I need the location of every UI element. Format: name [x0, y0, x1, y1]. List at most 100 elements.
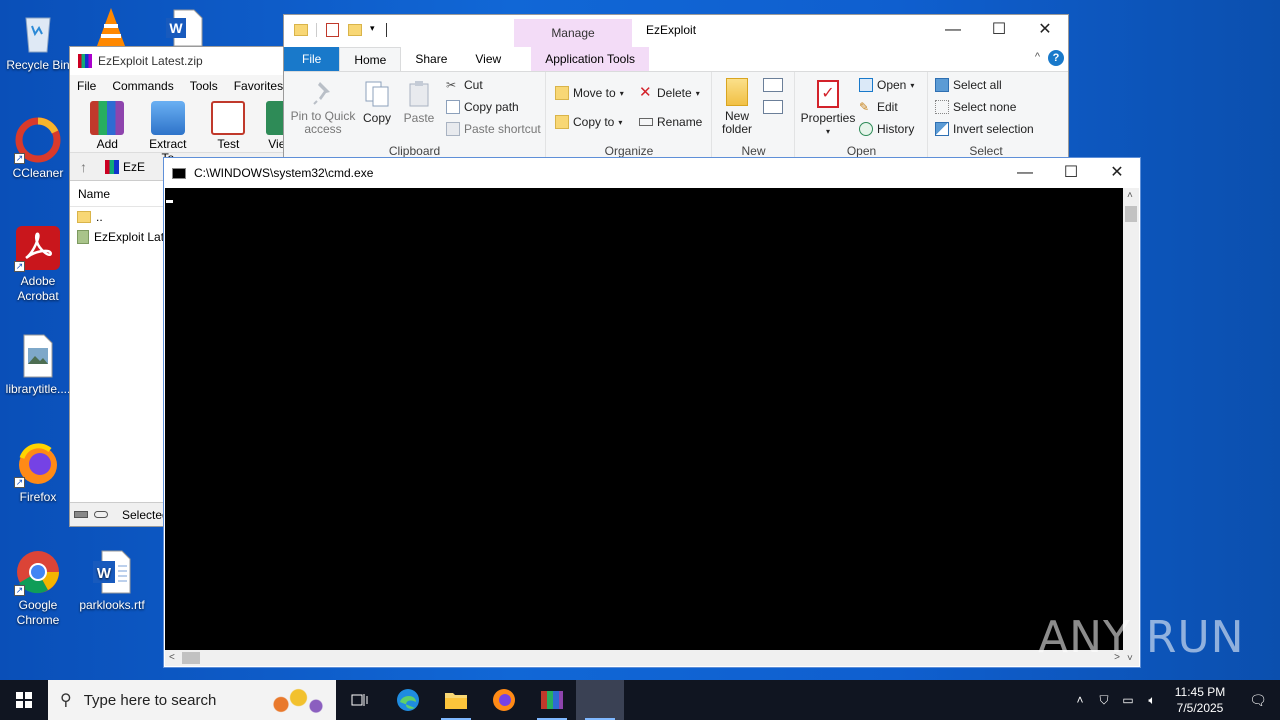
extract-to-button[interactable]: Extract To [145, 101, 192, 165]
tab-home[interactable]: Home [339, 47, 402, 71]
scroll-left-icon[interactable]: < [169, 652, 175, 663]
easy-access-icon[interactable] [763, 100, 783, 114]
notifications-icon[interactable]: 🗨︎ [1236, 692, 1280, 709]
folder-icon [294, 24, 308, 36]
new-folder-qat-icon[interactable] [348, 24, 362, 36]
pin-to-quick-access-button[interactable]: Pin to Quick access [290, 80, 356, 136]
taskbar-winrar[interactable] [528, 680, 576, 720]
minimize-button[interactable]: — [930, 15, 976, 45]
menu-favorites[interactable]: Favorites [234, 79, 283, 93]
taskbar-cmd[interactable] [576, 680, 624, 720]
desktop-icon-recycle-bin[interactable]: Recycle Bin [0, 8, 76, 73]
archive-books-icon [90, 101, 125, 135]
vlc-icon[interactable] [94, 8, 128, 46]
new-folder-button[interactable]: New folder [717, 78, 757, 136]
desktop-icon-librarytitle[interactable]: librarytitle.... [0, 332, 76, 397]
scroll-up-icon[interactable]: ˄ [1127, 190, 1133, 201]
group-label-select: Select [969, 144, 1003, 158]
drive-icon [74, 511, 88, 518]
delete-button[interactable]: ✕ Delete ▾ [639, 84, 700, 101]
taskbar-firefox[interactable] [480, 680, 528, 720]
menu-tools[interactable]: Tools [190, 79, 218, 93]
move-to-button[interactable]: Move to ▾ [555, 86, 624, 100]
qat-dropdown-icon[interactable]: ▾ [370, 23, 375, 34]
defender-icon[interactable]: ⛉ [1092, 693, 1116, 708]
maximize-button[interactable]: ☐ [976, 15, 1022, 45]
copy-button[interactable]: Copy [360, 80, 394, 125]
paste-shortcut-button[interactable]: Paste shortcut [446, 122, 541, 136]
cut-button[interactable]: ✂ Cut [446, 78, 483, 92]
collapse-ribbon-icon[interactable]: ^ [1035, 51, 1040, 63]
copy-to-button[interactable]: Copy to ▾ [555, 115, 622, 129]
new-item-icon[interactable] [763, 78, 783, 92]
test-button[interactable]: Test [205, 101, 252, 152]
console-area[interactable] [165, 188, 1124, 650]
tab-share[interactable]: Share [401, 47, 461, 71]
scissors-icon: ✂ [446, 78, 457, 92]
menu-file[interactable]: File [77, 79, 96, 93]
properties-button[interactable]: ✓ Properties ▾ [800, 80, 856, 138]
horizontal-scrollbar[interactable]: < > [165, 650, 1124, 666]
word-icon[interactable]: W [164, 8, 204, 47]
start-button[interactable] [0, 680, 48, 720]
group-label-organize: Organize [604, 144, 654, 158]
tab-manage[interactable]: Manage [514, 19, 632, 47]
vertical-scrollbar[interactable]: ˄ ˅ [1123, 188, 1139, 666]
group-label-new: New [741, 144, 766, 158]
archive-file-icon [77, 230, 89, 244]
show-hidden-icons-chevron-icon[interactable]: ˄ [1068, 693, 1092, 707]
clock[interactable]: 11:45 PM 7/5/2025 [1164, 684, 1236, 716]
adobe-acrobat-icon: ↗ [14, 224, 62, 272]
up-arrow-icon[interactable]: ↑ [80, 159, 87, 175]
menu-commands[interactable]: Commands [112, 79, 173, 93]
copy-path-icon [446, 100, 460, 114]
close-button[interactable]: ✕ [1094, 158, 1140, 188]
taskbar-search-box[interactable]: ⚲ Type here to search [48, 680, 336, 720]
group-open: ✓ Properties ▾ Open ▾ ✎ Edit History Ope… [796, 72, 928, 164]
open-button[interactable]: Open ▾ [859, 78, 914, 92]
horizontal-scroll-thumb[interactable] [182, 652, 200, 664]
tab-view[interactable]: View [461, 47, 515, 71]
select-all-button[interactable]: Select all [935, 78, 1002, 92]
tab-application-tools[interactable]: Application Tools [531, 47, 650, 71]
winrar-small-icon [105, 159, 119, 174]
copy-path-button[interactable]: Copy path [446, 100, 519, 114]
taskbar-file-explorer[interactable] [432, 680, 480, 720]
cmd-titlebar[interactable]: C:\WINDOWS\system32\cmd.exe — ☐ ✕ [164, 158, 1140, 188]
tab-file[interactable]: File [284, 47, 340, 71]
add-button[interactable]: Add [84, 101, 131, 152]
help-icon[interactable]: ? [1048, 50, 1064, 66]
select-none-button[interactable]: Select none [935, 100, 1016, 114]
group-label-clipboard: Clipboard [388, 144, 441, 158]
maximize-button[interactable]: ☐ [1048, 158, 1094, 188]
taskbar-edge[interactable] [384, 680, 432, 720]
explorer-titlebar[interactable]: ▾ Manage EzExploit — ☐ ✕ [284, 15, 1068, 47]
desktop-icon-firefox[interactable]: ↗ Firefox [0, 440, 76, 505]
properties-qat-icon[interactable] [326, 23, 339, 37]
edit-button[interactable]: ✎ Edit [859, 100, 898, 114]
rename-button[interactable]: Rename [639, 115, 702, 129]
desktop-icon-adobe-acrobat[interactable]: ↗ Adobe Acrobat [0, 224, 76, 304]
vertical-scroll-thumb[interactable] [1125, 206, 1137, 222]
paste-button[interactable]: Paste [402, 80, 436, 125]
network-icon[interactable]: ▭ [1116, 693, 1140, 707]
explorer-window[interactable]: ▾ Manage EzExploit — ☐ ✕ File Home Share… [283, 14, 1069, 164]
task-view-button[interactable] [336, 680, 384, 720]
history-button[interactable]: History [859, 122, 914, 136]
desktop-icon-parklooks[interactable]: W parklooks.rtf [74, 548, 150, 613]
delete-x-icon: ✕ [639, 84, 652, 101]
invert-selection-button[interactable]: Invert selection [935, 122, 1034, 136]
desktop-icon-google-chrome[interactable]: ↗ Google Chrome [0, 548, 76, 628]
close-button[interactable]: ✕ [1022, 15, 1068, 45]
console-icon [172, 167, 186, 179]
cmd-window[interactable]: C:\WINDOWS\system32\cmd.exe — ☐ ✕ ˄ ˅ < … [163, 157, 1141, 668]
desktop-icon-ccleaner[interactable]: ↗ CCleaner [0, 116, 76, 181]
minimize-button[interactable]: — [1002, 158, 1048, 188]
volume-icon[interactable]: 🔈︎ [1140, 693, 1164, 708]
select-none-icon [935, 100, 949, 114]
folder-extract-icon [150, 101, 185, 135]
svg-text:W: W [97, 565, 112, 582]
winrar-toolbar: Add Extract To Test Vie [70, 97, 288, 165]
archive-path[interactable]: EzE [105, 159, 145, 174]
winrar-titlebar[interactable]: EzExploit Latest.zip [70, 47, 288, 75]
